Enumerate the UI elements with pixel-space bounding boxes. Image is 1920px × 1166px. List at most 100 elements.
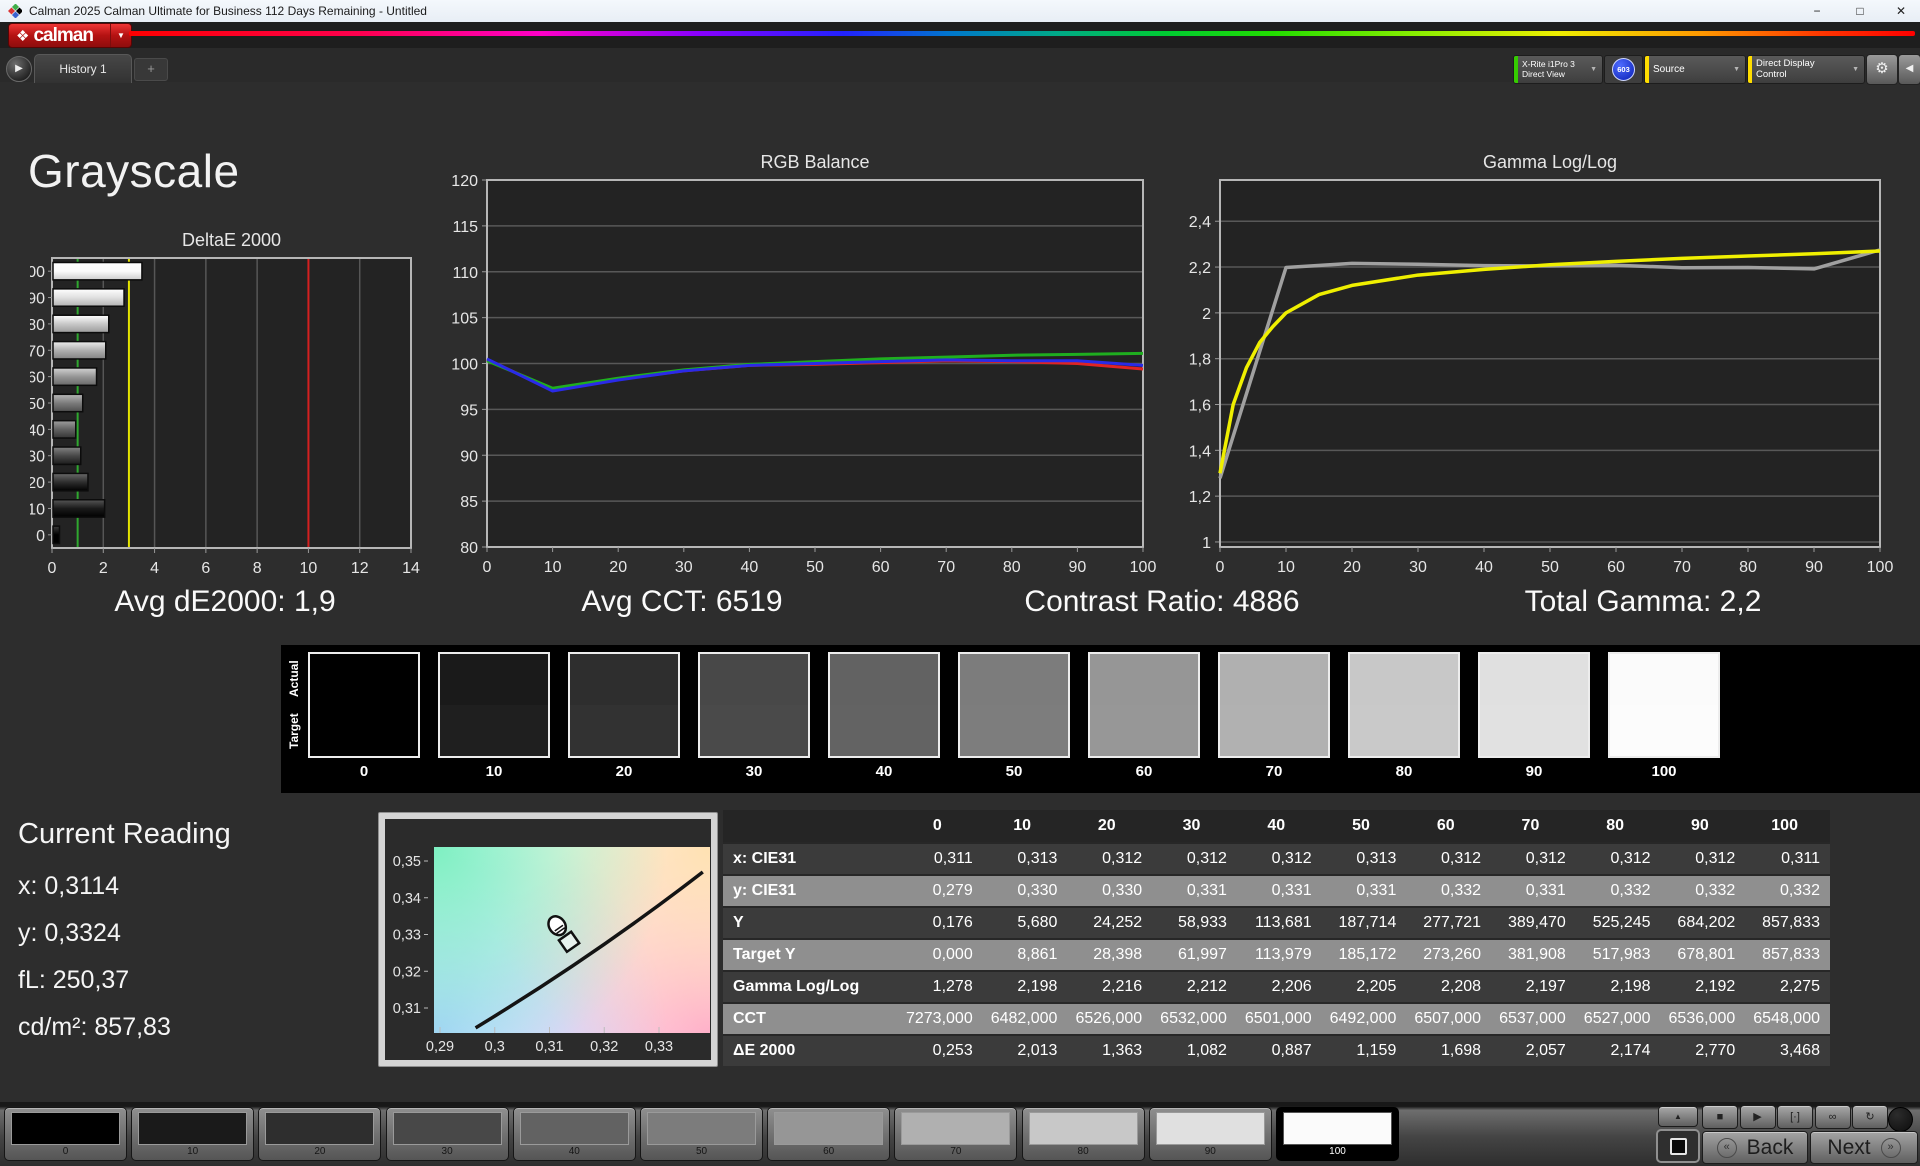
table-cell: 0,330 <box>1017 882 1058 899</box>
table-cell: 2,013 <box>1017 1042 1058 1059</box>
pattern-swatch <box>519 1112 629 1145</box>
svg-text:70: 70 <box>937 559 955 576</box>
table-row-gamma-log-log: Gamma Log/Log 1,278 2,198 2,216 2,212 2,206 2,… <box>723 970 1830 1002</box>
svg-text:0: 0 <box>36 528 45 545</box>
pattern-window-button[interactable]: [·] <box>1777 1105 1813 1129</box>
pattern-button-10[interactable]: 10 <box>131 1107 255 1161</box>
table-cell: 2,212 <box>1186 978 1227 995</box>
svg-text:60: 60 <box>872 559 890 576</box>
pattern-button-100[interactable]: 100 <box>1276 1107 1399 1161</box>
table-cell: 0,312 <box>1695 850 1736 867</box>
settings-gear-button[interactable]: ⚙ <box>1866 54 1898 85</box>
svg-text:4: 4 <box>150 560 159 577</box>
pattern-button-20[interactable]: 20 <box>258 1107 382 1161</box>
pattern-button-60[interactable]: 60 <box>767 1107 891 1161</box>
calman-logo-menu[interactable]: ❖ calman ▼ <box>8 23 132 48</box>
table-cell: 113,979 <box>1254 946 1312 963</box>
minimize-button[interactable]: − <box>1800 0 1834 22</box>
svg-text:10: 10 <box>300 560 318 577</box>
history-nav-button[interactable]: ▶ <box>6 56 32 82</box>
svg-text:10: 10 <box>1277 559 1295 576</box>
tab-history-1[interactable]: History 1 <box>34 54 132 83</box>
swatch-actual <box>1090 654 1198 705</box>
pattern-button-0[interactable]: 0 <box>4 1107 127 1161</box>
cie-chart-overlay: 0,35 0,34 0,33 0,32 0,31 0,29 0,3 0,31 0,32 0,33 <box>393 854 704 1055</box>
display-control-dropdown[interactable]: Direct Display Control ▼ <box>1747 55 1865 84</box>
table-cell: 0,332 <box>1441 882 1482 899</box>
table-cell: 2,198 <box>1610 978 1651 995</box>
current-reading-title: Current Reading <box>18 818 231 850</box>
swatch-target <box>310 705 418 756</box>
svg-text:60: 60 <box>1607 559 1625 576</box>
avg-de2000-stat: Avg dE2000: 1,9 <box>114 585 336 618</box>
play-button[interactable]: ▶ <box>1739 1105 1776 1129</box>
swatch-label: 10 <box>485 763 503 780</box>
source-dropdown[interactable]: Source ▼ <box>1644 55 1746 84</box>
display-control-label: Direct Display Control <box>1756 57 1815 80</box>
swatch-target <box>1610 705 1718 756</box>
table-row-target-y: Target Y 0,000 8,861 28,398 61,997 113,979 185… <box>723 938 1830 970</box>
pattern-label: 90 <box>1204 1146 1216 1157</box>
table-cell: 2,174 <box>1610 1042 1651 1059</box>
collapse-panel-button[interactable]: ◀ <box>1898 54 1920 85</box>
swatch-label: 0 <box>359 763 369 780</box>
pattern-button-90[interactable]: 90 <box>1148 1107 1272 1161</box>
swatch-label: 80 <box>1395 763 1413 780</box>
chevron-down-icon: ▼ <box>1733 66 1740 73</box>
table-cell: 6526,000 <box>1075 1010 1143 1027</box>
next-button[interactable]: Next » <box>1810 1131 1918 1164</box>
add-tab-button[interactable]: + <box>134 58 168 81</box>
table-row-y: Y 0,176 5,680 24,252 58,933 113,681 187,714 277… <box>723 906 1830 938</box>
table-cell: 0,279 <box>932 882 973 899</box>
pattern-label: 60 <box>823 1146 835 1157</box>
window-title: Calman 2025 Calman Ultimate for Business… <box>29 4 427 18</box>
table-cell: 0,313 <box>1017 850 1058 867</box>
svg-text:90: 90 <box>1069 559 1087 576</box>
pattern-button-30[interactable]: 30 <box>385 1107 509 1161</box>
stop-button[interactable]: ■ <box>1702 1105 1738 1129</box>
table-cell: 5,680 <box>1017 914 1058 931</box>
meter-dropdown[interactable]: X-Rite i1Pro 3 Direct View ▼ <box>1513 55 1603 84</box>
svg-text:14: 14 <box>402 560 420 577</box>
continuous-button[interactable]: ∞ <box>1814 1105 1851 1129</box>
svg-text:115: 115 <box>452 219 478 236</box>
back-label: Back <box>1746 1135 1794 1159</box>
table-column-header: 40 <box>1267 817 1286 834</box>
table-cell: 3,468 <box>1779 1042 1820 1059</box>
pattern-button-80[interactable]: 80 <box>1021 1107 1145 1161</box>
table-cell: 2,206 <box>1271 978 1312 995</box>
expand-up-button[interactable]: ▲ <box>1658 1106 1698 1127</box>
table-cell: 1,082 <box>1186 1042 1227 1059</box>
table-column-header: 20 <box>1097 817 1116 834</box>
table-column-header: 30 <box>1182 817 1201 834</box>
refresh-button[interactable]: ↻ <box>1852 1105 1888 1129</box>
pattern-window-button[interactable] <box>1656 1129 1700 1163</box>
app-icon <box>8 4 22 18</box>
swatch-label: 70 <box>1265 763 1283 780</box>
svg-text:8: 8 <box>253 560 262 577</box>
table-cell: 0,176 <box>932 914 973 931</box>
rgb-balance-chart: 120 115 110 105 100 95 90 85 80 0 10 20 30 40 50 60 70 80… <box>451 152 1156 576</box>
swatch-level-60 <box>1088 652 1200 758</box>
pattern-swatch <box>138 1112 248 1145</box>
table-cell: 28,398 <box>1093 946 1143 963</box>
back-button[interactable]: « Back <box>1702 1131 1808 1164</box>
window-square-icon <box>1669 1137 1687 1155</box>
swatch-label: 100 <box>1651 763 1677 780</box>
swatch-actual <box>830 654 938 705</box>
pattern-swatch <box>392 1112 502 1145</box>
table-cell: 8,861 <box>1017 946 1058 963</box>
pattern-button-70[interactable]: 70 <box>894 1107 1018 1161</box>
table-cell: 857,833 <box>1762 946 1820 963</box>
source-label: Source <box>1653 63 1685 75</box>
svg-text:6: 6 <box>201 560 210 577</box>
close-button[interactable]: ✕ <box>1884 0 1918 22</box>
pattern-button-40[interactable]: 40 <box>512 1107 636 1161</box>
logo-dropdown-icon[interactable]: ▼ <box>110 24 131 47</box>
maximize-button[interactable]: □ <box>1843 0 1877 22</box>
pattern-label: 50 <box>695 1146 708 1157</box>
pattern-button-50[interactable]: 50 <box>640 1107 763 1161</box>
svg-text:80: 80 <box>30 317 45 334</box>
swatch-target <box>1220 705 1328 756</box>
meter-status-badge-box[interactable]: 603 <box>1604 55 1643 84</box>
